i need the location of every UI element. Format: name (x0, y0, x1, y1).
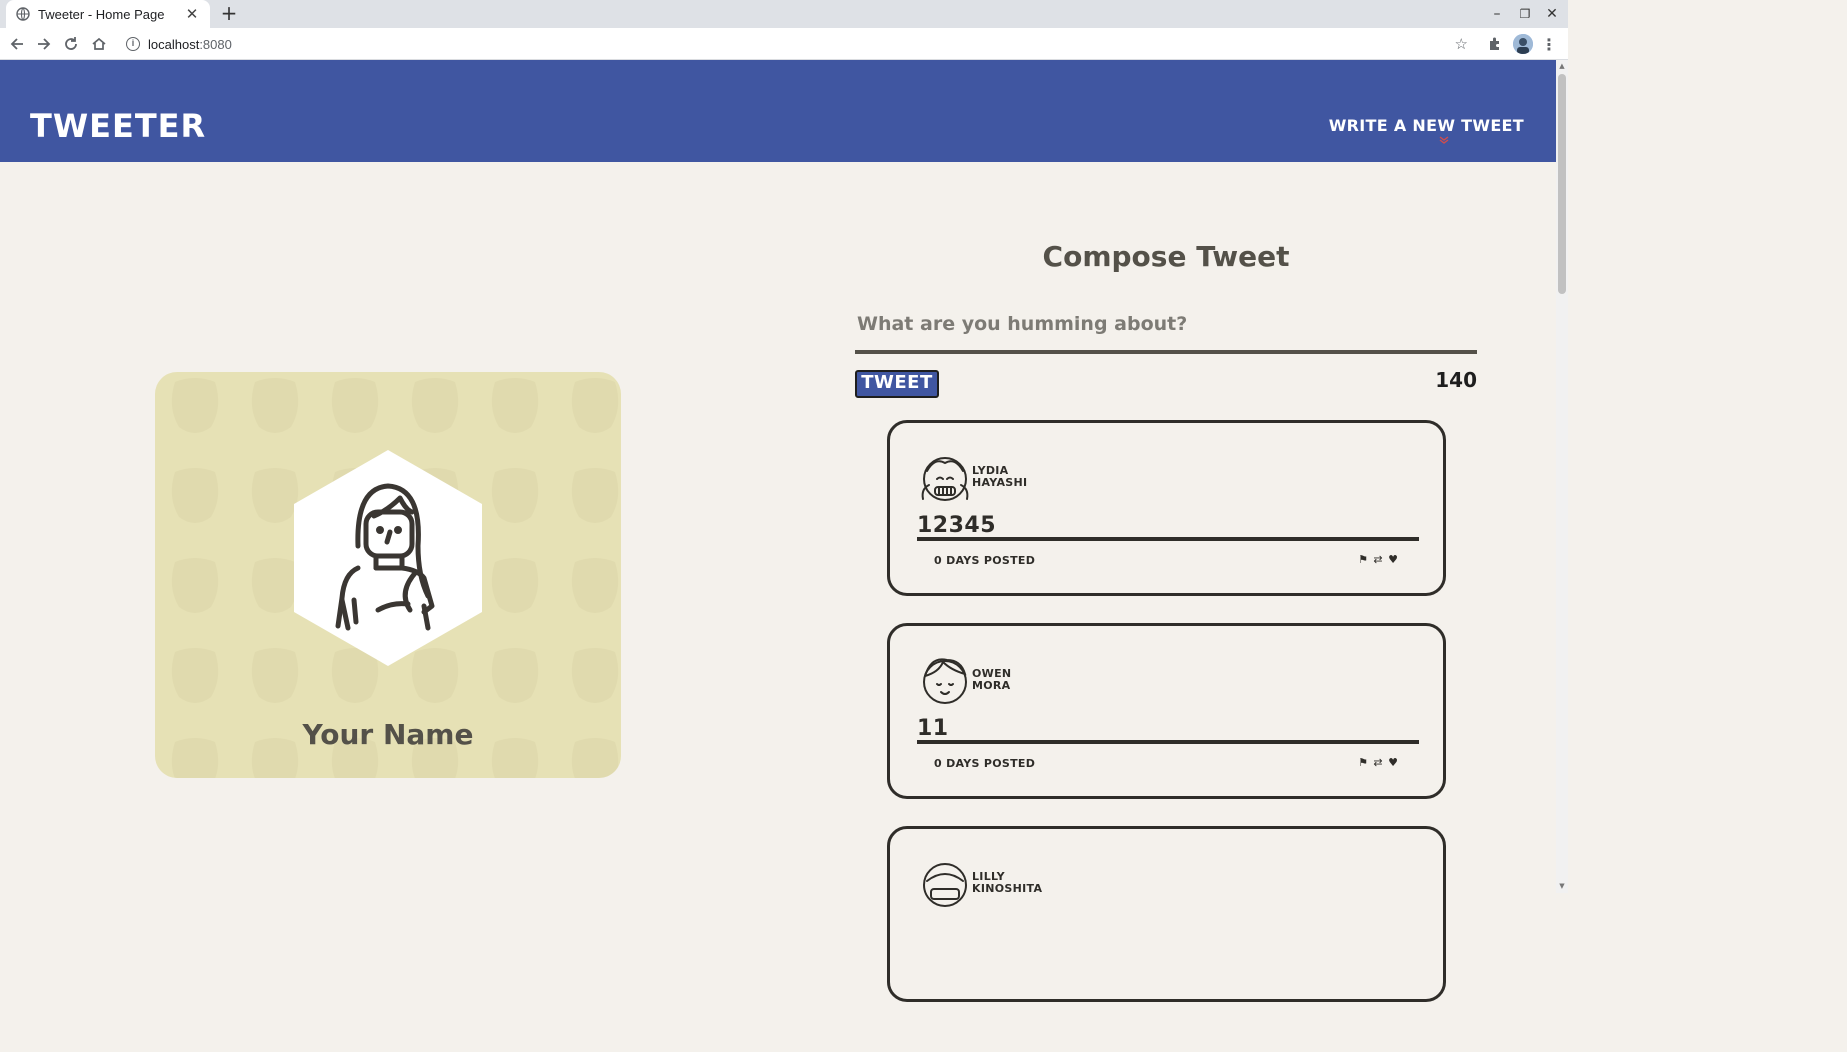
user-last-name: MORA (972, 679, 1011, 692)
window-close-icon[interactable]: ✕ (1542, 4, 1562, 24)
tweet-actions: ⚑ ⇄ ♥ (1357, 553, 1399, 566)
user-name: LYDIA HAYASHI (972, 465, 1027, 489)
heart-icon[interactable]: ♥ (1387, 553, 1399, 566)
tweet-card: OWEN MORA 11 0 DAYS POSTED ⚑ ⇄ ♥ (887, 623, 1446, 799)
minimize-icon[interactable]: – (1487, 4, 1507, 24)
restore-icon[interactable]: ❐ (1515, 4, 1535, 24)
flag-icon[interactable]: ⚑ (1357, 553, 1369, 566)
plus-icon[interactable]: + (219, 3, 239, 23)
scrollbar-thumb[interactable] (1558, 74, 1566, 294)
user-avatar-icon (923, 658, 967, 704)
user-avatar-icon (921, 457, 969, 501)
compose-title: Compose Tweet (1042, 240, 1290, 273)
url-port: :8080 (199, 36, 232, 52)
tab-title: Tweeter - Home Page (38, 6, 165, 22)
user-avatar-icon (923, 863, 967, 907)
address-bar[interactable]: i localhost:8080 ☆ (118, 31, 1478, 57)
write-new-tweet-link[interactable]: WRITE A NEW TWEET (1329, 116, 1524, 135)
user-last-name: HAYASHI (972, 476, 1028, 489)
tweet-text-input[interactable] (855, 298, 1477, 354)
tweet-posted-time: 0 DAYS POSTED (934, 757, 1036, 770)
profile-card: Your Name (155, 372, 621, 778)
retweet-icon[interactable]: ⇄ (1372, 553, 1384, 566)
scroll-down-icon[interactable]: ▼ (1558, 882, 1566, 890)
app-header: TWEETER WRITE A NEW TWEET (0, 60, 1556, 162)
reload-icon[interactable] (60, 33, 82, 55)
heart-icon[interactable]: ♥ (1387, 756, 1399, 769)
tweet-card: LYDIA HAYASHI 12345 0 DAYS POSTED ⚑ ⇄ ♥ (887, 420, 1446, 596)
chevron-down-icon[interactable] (1439, 136, 1449, 147)
back-icon[interactable] (6, 33, 28, 55)
tweet-content: 11 (917, 716, 949, 741)
scroll-up-icon[interactable]: ▲ (1558, 62, 1566, 70)
flag-icon[interactable]: ⚑ (1357, 756, 1369, 769)
retweet-icon[interactable]: ⇄ (1372, 756, 1384, 769)
tweet-posted-time: 0 DAYS POSTED (934, 554, 1036, 567)
browser-toolbar: i localhost:8080 ☆ ⋮ (0, 28, 1568, 60)
brand-logo[interactable]: TWEETER (30, 106, 206, 146)
url-host: localhost (148, 36, 200, 52)
menu-icon[interactable]: ⋮ (1539, 34, 1559, 54)
user-name: LILLY KINOSHITA (972, 871, 1042, 895)
page-scrollbar[interactable]: ▲ ▼ (1556, 60, 1568, 893)
extensions-icon[interactable] (1485, 34, 1505, 54)
forward-icon[interactable] (33, 33, 55, 55)
tweet-actions: ⚑ ⇄ ♥ (1357, 756, 1399, 769)
tab-strip: Tweeter - Home Page ✕ + – ❐ ✕ (0, 0, 1568, 28)
browser-tab[interactable]: Tweeter - Home Page ✕ (6, 0, 210, 28)
tweet-content: 12345 (917, 513, 997, 538)
globe-icon (16, 7, 30, 21)
tweet-button[interactable]: TWEET (855, 370, 939, 398)
user-avatar-hexagon (294, 450, 482, 666)
profile-avatar[interactable] (1513, 34, 1533, 54)
divider (917, 537, 1419, 541)
close-icon[interactable]: ✕ (184, 5, 200, 23)
star-icon[interactable]: ☆ (1455, 35, 1468, 53)
home-icon[interactable] (88, 33, 110, 55)
user-last-name: KINOSHITA (972, 882, 1043, 895)
character-counter: 140 (1435, 368, 1477, 392)
info-icon[interactable]: i (126, 37, 140, 51)
profile-name: Your Name (302, 718, 474, 751)
tweet-card: LILLY KINOSHITA (887, 826, 1446, 1002)
divider (917, 740, 1419, 744)
user-name: OWEN MORA (972, 668, 1011, 692)
